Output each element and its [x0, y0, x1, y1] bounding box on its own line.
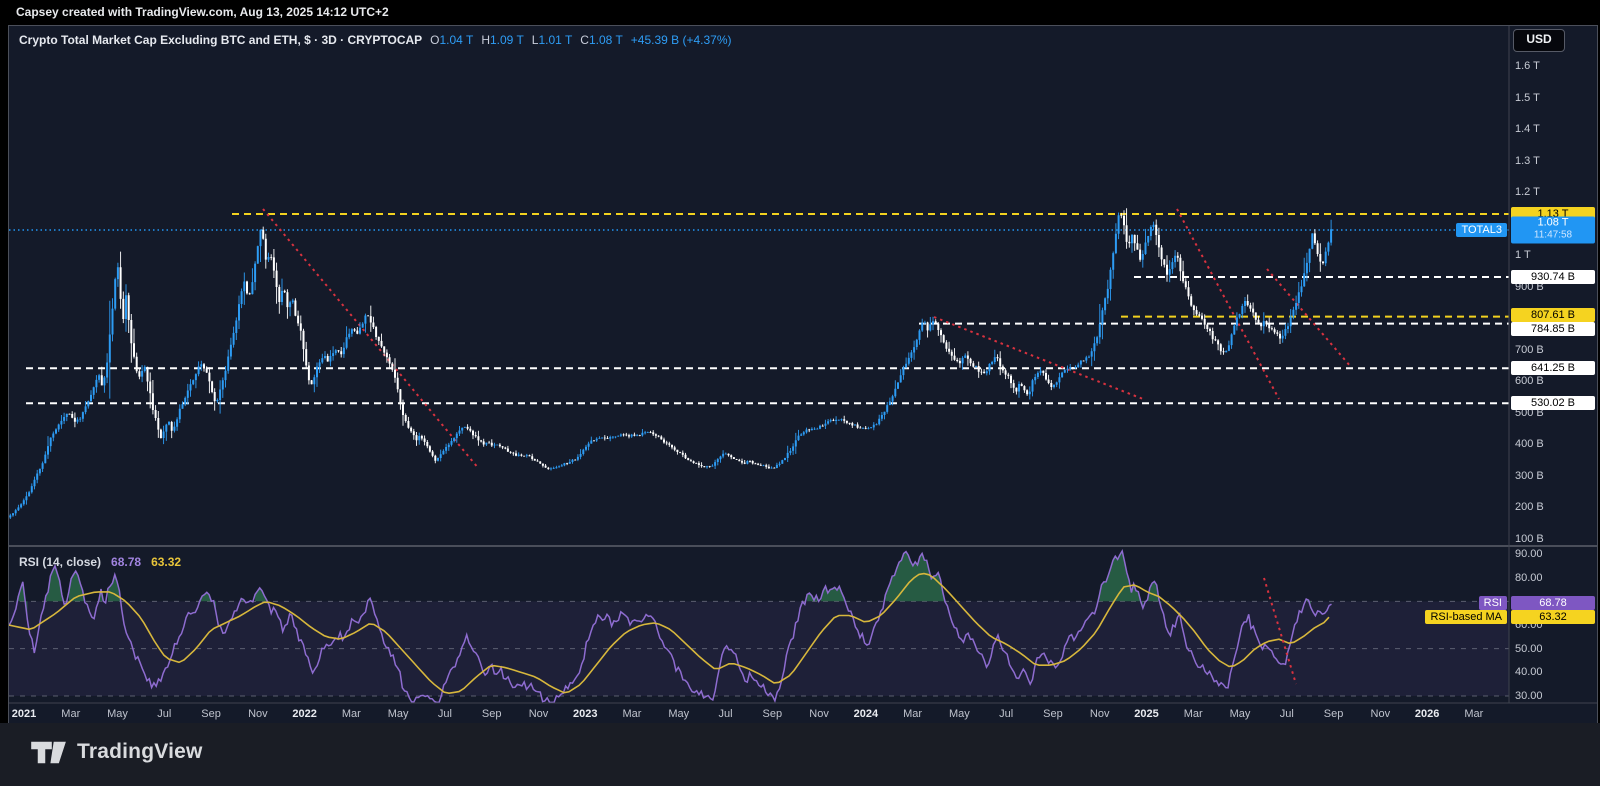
ohlc-letter: H	[481, 33, 490, 47]
time-axis-label-may: May	[387, 708, 409, 720]
time-axis-label-mar: Mar	[1464, 708, 1484, 720]
ohlc-value: 1.01 T	[538, 33, 573, 47]
bar-countdown: 11:47:58	[1533, 229, 1573, 241]
time-axis-label-may: May	[668, 708, 690, 720]
price-label-530.02B: 530.02 B	[1511, 396, 1595, 410]
price-axis-tick: 1.5 T	[1515, 91, 1540, 104]
price-label-930.74B: 930.74 B	[1511, 270, 1595, 284]
time-axis-label-nov: Nov	[809, 708, 829, 720]
price-axis-tick: 40.00	[1515, 666, 1543, 679]
time-axis-label-mar: Mar	[1183, 708, 1203, 720]
time-axis-label-2026: 2026	[1414, 708, 1440, 720]
time-axis-label-sep: Sep	[201, 708, 221, 720]
price-label-1.08T: 1.08 T 11:47:58	[1511, 216, 1595, 244]
price-axis-tick: 200 B	[1515, 501, 1544, 513]
price-label-641.25B: 641.25 B	[1511, 361, 1595, 375]
snapshot-attribution-bar: Capsey created with TradingView.com, Aug…	[0, 0, 1600, 25]
time-axis-label-sep: Sep	[762, 708, 783, 720]
price-axis-tick: 50.00	[1515, 642, 1543, 655]
price-axis-tick: 80.00	[1515, 571, 1543, 584]
chart-widget[interactable]: Crypto Total Market Cap Excluding BTC an…	[8, 25, 1598, 724]
red-trendline[interactable]	[1176, 208, 1280, 400]
time-axis-label-jul: Jul	[718, 708, 733, 720]
time-axis-label-jul: Jul	[157, 708, 172, 720]
price-axis-tick: 400 B	[1515, 438, 1544, 450]
price-axis-tick: 700 B	[1515, 343, 1544, 356]
time-axis-label-jul: Jul	[999, 708, 1014, 720]
rsi-ma-value: 63.32	[151, 555, 182, 569]
rsi-legend[interactable]: RSI (14, close) 68.78 63.32	[19, 555, 181, 569]
red-trendline[interactable]	[1266, 268, 1352, 368]
price-label-807.61B: 807.61 B	[1511, 308, 1595, 322]
symbol-legend[interactable]: Crypto Total Market Cap Excluding BTC an…	[19, 33, 732, 47]
ohlc-values: O1.04 T H1.09 T L1.01 T C1.08 T	[422, 33, 623, 47]
price-axis-tick: 600 B	[1515, 375, 1544, 387]
rsi-tag[interactable]: RSI	[1478, 596, 1507, 610]
ohlc-value: 1.04 T	[439, 33, 474, 47]
chart-canvas[interactable]	[9, 26, 1597, 723]
up-candle-wicks	[9, 212, 1332, 519]
change-value: +45.39 B (+4.37%)	[630, 33, 732, 47]
footer-bar: TradingView	[0, 723, 1600, 786]
time-axis-label-2023: 2023	[572, 708, 598, 720]
time-axis-label-jul: Jul	[437, 708, 452, 720]
ohlc-value: 1.09 T	[489, 33, 524, 47]
up-candle-bodies	[9, 215, 1333, 518]
price-axis-tick: 1.3 T	[1515, 154, 1540, 167]
symbol-title[interactable]: Crypto Total Market Cap Excluding BTC an…	[19, 33, 422, 47]
rsi-title[interactable]: RSI (14, close)	[19, 555, 101, 569]
time-axis-label-mar: Mar	[61, 708, 81, 720]
time-axis-label-may: May	[107, 708, 128, 720]
time-axis-label-mar: Mar	[622, 708, 642, 720]
tradingview-brand[interactable]: TradingView	[30, 737, 203, 767]
price-axis-tick: 100 B	[1515, 532, 1544, 545]
symbol-tag-total3[interactable]: TOTAL3	[1456, 223, 1507, 237]
time-axis-label-nov: Nov	[1089, 708, 1110, 720]
time-axis-label-mar: Mar	[341, 708, 361, 720]
tradingview-logo-icon	[31, 741, 66, 764]
time-axis-label-sep: Sep	[1043, 708, 1063, 720]
time-axis-label-2025: 2025	[1134, 708, 1159, 720]
price-label-68.78: 68.78	[1511, 596, 1595, 610]
ohlc-value: 1.08 T	[588, 33, 623, 47]
price-axis-tick: 1.6 T	[1515, 60, 1540, 72]
price-axis-tick: 30.00	[1515, 690, 1543, 702]
time-axis-label-may: May	[949, 708, 970, 720]
price-label-784.85B: 784.85 B	[1511, 322, 1595, 336]
tradingview-brand-text: TradingView	[77, 740, 203, 763]
time-axis-label-2022: 2022	[292, 708, 317, 720]
red-trendline[interactable]	[262, 208, 480, 470]
rsi-value: 68.78	[111, 555, 142, 569]
ohlc-letter: C	[580, 33, 589, 47]
price-axis-tick: 1.4 T	[1515, 123, 1540, 135]
time-axis-label-2021: 2021	[11, 708, 37, 720]
time-axis-label-nov: Nov	[248, 708, 268, 720]
price-axis-tick: 90.00	[1515, 548, 1543, 560]
time-axis-label-sep: Sep	[1323, 708, 1344, 720]
time-axis-label-may: May	[1229, 708, 1251, 720]
price-label-63.32: 63.32	[1511, 610, 1595, 624]
price-axis-tick: 300 B	[1515, 469, 1544, 482]
attribution-text: Capsey created with TradingView.com, Aug…	[16, 5, 389, 19]
time-axis-label-mar: Mar	[903, 708, 923, 720]
time-axis-label-jul: Jul	[1279, 708, 1294, 720]
time-axis-label-nov: Nov	[1370, 708, 1391, 720]
time-axis-label-sep: Sep	[481, 708, 502, 720]
price-axis-tick: 1.2 T	[1515, 186, 1540, 198]
time-axis-label-2024: 2024	[853, 708, 879, 720]
rsi-ma-tag[interactable]: RSI-based MA	[1425, 610, 1507, 624]
ohlc-letter: O	[430, 33, 440, 47]
time-axis-label-nov: Nov	[528, 708, 549, 720]
price-axis-tick: 1 T	[1515, 249, 1531, 261]
currency-toggle-button[interactable]: USD	[1513, 29, 1565, 52]
